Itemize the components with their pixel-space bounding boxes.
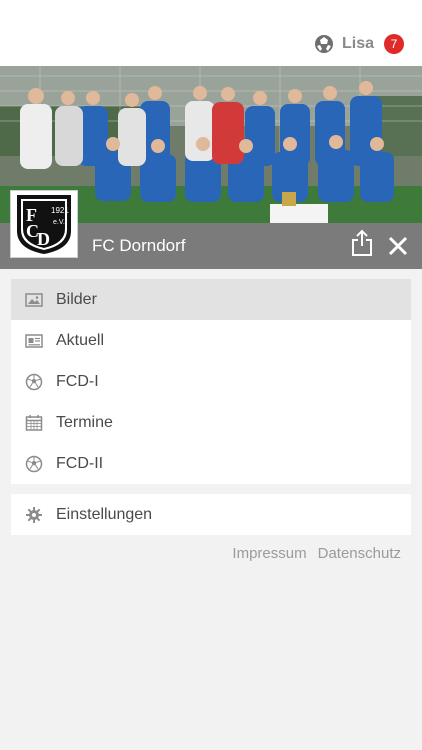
gear-icon — [26, 506, 42, 523]
svg-text:1921: 1921 — [51, 206, 69, 215]
impressum-link[interactable]: Impressum — [232, 545, 306, 562]
menu-item-label: Bilder — [56, 290, 97, 308]
svg-text:e.V.: e.V. — [53, 219, 65, 226]
settings-menu: Einstellungen — [11, 494, 411, 535]
close-icon[interactable] — [386, 234, 410, 258]
menu-item-fcd-ii[interactable]: FCD-II — [11, 443, 411, 484]
menu-item-termine[interactable]: Termine — [11, 402, 411, 443]
notification-badge: 7 — [384, 34, 404, 54]
club-logo: 1921 e.V. F C D — [10, 190, 78, 258]
club-crest: 1921 e.V. F C D — [17, 195, 71, 254]
top-bar: Lisa 7 — [0, 0, 422, 66]
user-menu[interactable]: Lisa 7 — [314, 32, 404, 56]
svg-text:D: D — [37, 229, 50, 249]
menu-item-aktuell[interactable]: Aktuell — [11, 320, 411, 361]
menu-item-label: Aktuell — [56, 331, 105, 349]
menu-item-label: Einstellungen — [56, 505, 153, 523]
soccer-ball-icon — [25, 455, 43, 472]
club-name: FC Dorndorf — [92, 236, 186, 255]
soccer-ball-icon — [25, 373, 43, 390]
calendar-icon — [25, 414, 43, 431]
datenschutz-link[interactable]: Datenschutz — [318, 545, 401, 562]
image-icon — [25, 292, 43, 307]
soccer-ball-icon — [314, 35, 333, 53]
footer-links: Impressum Datenschutz — [232, 545, 401, 562]
menu-item-label: FCD-I — [56, 372, 99, 390]
menu-item-label: FCD-II — [56, 454, 104, 472]
menu-item-fcd-i[interactable]: FCD-I — [11, 361, 411, 402]
menu-item-bilder[interactable]: Bilder — [11, 279, 411, 320]
menu-item-label: Termine — [56, 413, 113, 431]
user-name: Lisa — [341, 35, 374, 52]
menu-item-einstellungen[interactable]: Einstellungen — [11, 494, 411, 535]
share-icon[interactable] — [350, 229, 374, 257]
main-menu: Bilder Aktuell FCD-I Termine FCD-II — [11, 279, 411, 484]
news-icon — [25, 333, 43, 348]
